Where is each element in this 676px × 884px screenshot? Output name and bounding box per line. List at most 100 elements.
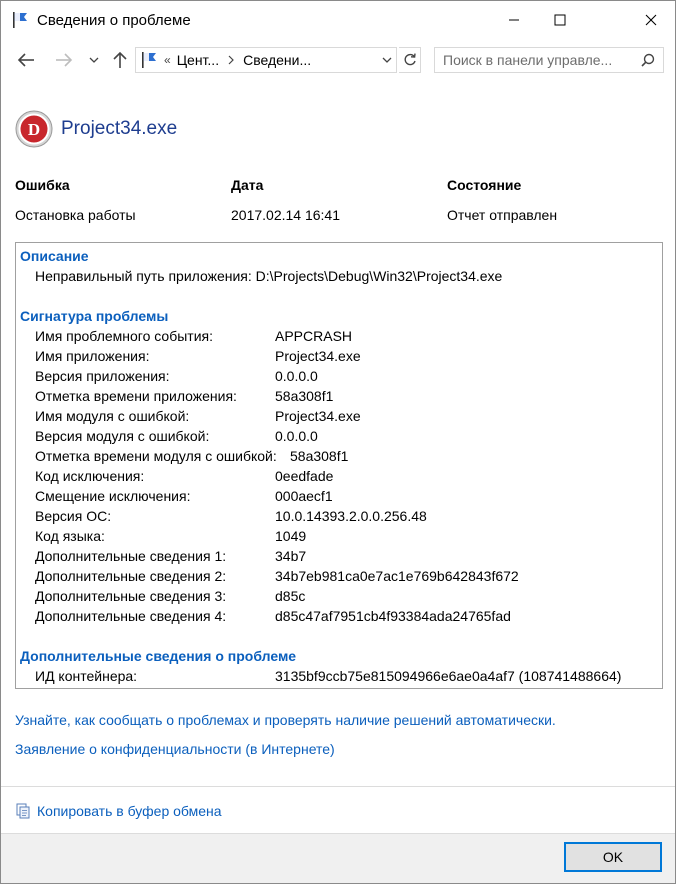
chevron-down-icon[interactable] <box>382 54 392 66</box>
container-id-value: 3135bf9ccb75e815094966e6ae0a4af7 (108741… <box>275 668 622 684</box>
error-value: Остановка работы <box>15 207 136 223</box>
signature-key: Версия модуля с ошибкой: <box>35 428 210 444</box>
arrow-left-icon <box>17 53 34 67</box>
svg-text:D: D <box>28 120 40 139</box>
container-id-label: ИД контейнера: <box>35 668 138 684</box>
signature-key: Имя проблемного события: <box>35 328 214 344</box>
summary-error: Ошибка Остановка работы <box>15 177 136 223</box>
breadcrumb-control-panel[interactable]: Цент... <box>177 52 219 68</box>
chevron-right-icon[interactable] <box>228 55 234 65</box>
close-button[interactable] <box>628 1 674 39</box>
maximize-button[interactable] <box>537 1 583 39</box>
refresh-icon <box>404 53 416 66</box>
app-name: Project34.exe <box>61 118 178 139</box>
arrow-up-icon <box>113 51 127 68</box>
signature-value: 0.0.0.0 <box>275 368 318 384</box>
chevron-down-icon <box>89 57 99 63</box>
recent-locations-button[interactable] <box>87 49 101 71</box>
signature-key: Дополнительные сведения 2: <box>35 568 227 584</box>
signature-value: 0eedfade <box>275 468 334 484</box>
copy-label: Копировать в буфер обмена <box>37 803 222 819</box>
signature-row: Дополнительные сведения 3: d85c <box>20 586 658 606</box>
search-icon[interactable] <box>641 53 655 67</box>
signature-title: Сигнатура проблемы <box>20 308 169 324</box>
problem-details-window: Сведения о проблеме « Цент... Сведени...… <box>0 0 676 884</box>
search-input[interactable] <box>443 48 639 72</box>
signature-value: Project34.exe <box>275 408 361 424</box>
error-header: Ошибка <box>15 177 70 193</box>
minimize-button[interactable] <box>491 1 537 39</box>
maximize-icon <box>554 14 566 26</box>
search-box[interactable] <box>434 47 664 73</box>
signature-key: Код языка: <box>35 528 105 544</box>
flag-icon <box>142 52 156 68</box>
ok-button[interactable]: OK <box>564 842 662 872</box>
signature-key: Отметка времени модуля с ошибкой: <box>35 448 277 464</box>
summary-date: Дата 2017.02.14 16:41 <box>231 177 340 223</box>
signature-row: Имя проблемного события: APPCRASH <box>20 326 658 346</box>
address-bar[interactable]: « Цент... Сведени... <box>135 47 397 73</box>
description-title: Описание <box>20 248 89 264</box>
signature-key: Дополнительные сведения 1: <box>35 548 227 564</box>
refresh-button[interactable] <box>399 47 421 73</box>
signature-list: Имя проблемного события: APPCRASH Имя прил… <box>20 326 658 626</box>
learn-more-link[interactable]: Узнайте, как сообщать о проблемах и пров… <box>15 712 556 728</box>
signature-key: Отметка времени приложения: <box>35 388 237 404</box>
signature-row: Имя приложения: Project34.exe <box>20 346 658 366</box>
arrow-right-icon <box>56 53 73 67</box>
divider <box>1 786 675 787</box>
signature-row: Версия модуля с ошибкой: 0.0.0.0 <box>20 426 658 446</box>
minimize-icon <box>509 19 519 21</box>
signature-key: Смещение исключения: <box>35 488 191 504</box>
signature-row: Код языка: 1049 <box>20 526 658 546</box>
delphi-logo-icon: D <box>15 110 53 148</box>
signature-row: Код исключения: 0eedfade <box>20 466 658 486</box>
forward-button[interactable] <box>53 49 75 71</box>
description-text: Неправильный путь приложения: D:\Project… <box>35 268 503 284</box>
signature-value: 58a308f1 <box>275 388 334 404</box>
signature-row: Версия приложения: 0.0.0.0 <box>20 366 658 386</box>
privacy-link[interactable]: Заявление о конфиденциальности (в Интерн… <box>15 741 335 757</box>
signature-key: Код исключения: <box>35 468 145 484</box>
window-title: Сведения о проблеме <box>37 12 191 29</box>
flag-icon <box>13 12 27 28</box>
signature-row: Версия ОС: 10.0.14393.2.0.0.256.48 <box>20 506 658 526</box>
signature-row: Дополнительные сведения 2: 34b7eb981ca0e7… <box>20 566 658 586</box>
summary-status: Состояние Отчет отправлен <box>447 177 557 223</box>
signature-value: 000aecf1 <box>275 488 333 504</box>
navigation-bar: « Цент... Сведени... <box>1 39 675 83</box>
date-header: Дата <box>231 177 264 193</box>
title-bar[interactable]: Сведения о проблеме <box>1 1 675 39</box>
signature-key: Имя приложения: <box>35 348 150 364</box>
details-textbox[interactable]: Описание Неправильный путь приложения: D… <box>15 242 663 689</box>
status-header: Состояние <box>447 177 522 193</box>
signature-row: Смещение исключения: 000aecf1 <box>20 486 658 506</box>
signature-key: Имя модуля с ошибкой: <box>35 408 190 424</box>
signature-row: Имя модуля с ошибкой: Project34.exe <box>20 406 658 426</box>
breadcrumb-problem-details[interactable]: Сведени... <box>243 52 311 68</box>
signature-key: Дополнительные сведения 3: <box>35 588 227 604</box>
address-overflow[interactable]: « <box>164 53 171 67</box>
close-icon <box>645 14 657 26</box>
extra-info-title: Дополнительные сведения о проблеме <box>20 648 297 664</box>
signature-row: Дополнительные сведения 4: d85c47af7951cb… <box>20 606 658 626</box>
signature-value: 34b7 <box>275 548 307 564</box>
clipboard-icon <box>16 803 30 819</box>
signature-value: 1049 <box>275 528 307 544</box>
back-button[interactable] <box>15 49 37 71</box>
status-value: Отчет отправлен <box>447 207 558 223</box>
app-header: D Project34.exe <box>15 109 177 149</box>
signature-key: Версия приложения: <box>35 368 170 384</box>
signature-value: Project34.exe <box>275 348 361 364</box>
signature-row: Дополнительные сведения 1: 34b7 <box>20 546 658 566</box>
description-row: Неправильный путь приложения: D:\Project… <box>20 266 658 286</box>
signature-value: d85c47af7951cb4f93384ada24765fad <box>275 608 511 624</box>
signature-value: 10.0.14393.2.0.0.256.48 <box>275 508 427 524</box>
signature-row: Отметка времени модуля с ошибкой: 58a308f… <box>20 446 658 466</box>
date-value: 2017.02.14 16:41 <box>231 207 340 223</box>
copy-to-clipboard-link[interactable]: Копировать в буфер обмена <box>15 803 222 819</box>
extra-info-row: ИД контейнера: 3135bf9ccb75e815094966e6a… <box>20 666 658 686</box>
footer: OK <box>1 833 675 883</box>
signature-key: Дополнительные сведения 4: <box>35 608 227 624</box>
up-button[interactable] <box>109 49 131 71</box>
